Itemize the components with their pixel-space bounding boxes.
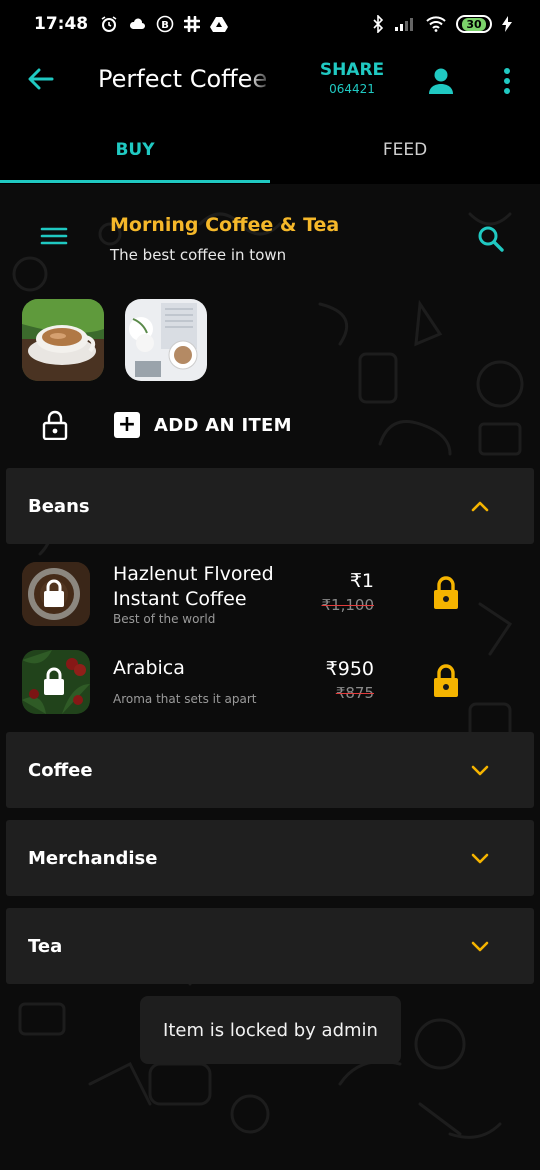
store-photo-thumbnail[interactable] xyxy=(125,299,207,381)
category-label: Beans xyxy=(28,495,90,517)
share-code: 064421 xyxy=(329,82,375,96)
search-icon xyxy=(478,226,504,252)
lock-open-icon xyxy=(42,410,68,441)
chevron-down-icon xyxy=(471,853,489,864)
drive-icon xyxy=(210,17,229,32)
product-name-line1: Arabica xyxy=(113,657,185,679)
category-header-tea[interactable]: Tea xyxy=(6,908,534,984)
store-header: Morning Coffee & Tea The best coffee in … xyxy=(0,204,540,274)
tab-bar: BUY FEED xyxy=(0,118,540,184)
search-button[interactable] xyxy=(476,224,506,254)
store-tagline: The best coffee in town xyxy=(110,246,287,264)
add-item-label: ADD AN ITEM xyxy=(154,414,292,436)
product-item[interactable]: Arabica Aroma that sets it apart ₹950 ₹8… xyxy=(0,650,540,734)
status-time: 17:48 xyxy=(34,14,89,34)
status-bar: 17:48 B 30 xyxy=(0,0,540,48)
person-icon xyxy=(429,68,453,94)
store-content: Morning Coffee & Tea The best coffee in … xyxy=(0,184,540,1170)
share-label: SHARE xyxy=(319,60,385,80)
category-label: Tea xyxy=(28,935,63,957)
coffee-cherries-photo xyxy=(22,650,90,714)
product-item[interactable]: Hazlenut Flvored Instant Coffee Best of … xyxy=(0,562,540,646)
app-bar: Perfect Coffee SHARE 064421 xyxy=(0,48,540,110)
chevron-up-icon xyxy=(471,501,489,512)
store-lock-button[interactable] xyxy=(42,410,68,441)
wifi-icon xyxy=(426,16,446,32)
category-header-beans[interactable]: Beans xyxy=(6,468,534,544)
back-button[interactable] xyxy=(22,60,60,98)
profile-button[interactable] xyxy=(424,64,458,98)
share-button[interactable]: SHARE 064421 xyxy=(312,60,392,96)
add-item-button[interactable]: + ADD AN ITEM xyxy=(114,410,292,440)
lock-icon[interactable] xyxy=(432,576,460,610)
tab-feed[interactable]: FEED xyxy=(270,118,540,182)
tab-active-indicator xyxy=(0,180,270,183)
category-header-merchandise[interactable]: Merchandise xyxy=(6,820,534,896)
store-name: Morning Coffee & Tea xyxy=(110,214,340,236)
battery-level: 30 xyxy=(462,17,486,31)
battery-icon: 30 xyxy=(456,15,492,33)
menu-button[interactable] xyxy=(40,224,68,248)
tab-buy[interactable]: BUY xyxy=(0,118,270,182)
product-image xyxy=(22,562,90,626)
store-photo-thumbnail[interactable] xyxy=(22,299,104,381)
alarm-icon xyxy=(101,16,117,32)
product-description: Best of the world xyxy=(113,612,216,626)
category-label: Merchandise xyxy=(28,847,158,869)
charging-icon xyxy=(502,16,512,32)
chevron-down-icon xyxy=(471,765,489,776)
product-description: Aroma that sets it apart xyxy=(113,692,257,706)
lock-icon[interactable] xyxy=(432,664,460,698)
category-label: Coffee xyxy=(28,759,93,781)
slack-icon xyxy=(184,16,201,32)
svg-text:B: B xyxy=(161,20,169,31)
product-name-line1: Hazlenut Flvored xyxy=(113,563,274,585)
product-price: ₹950 xyxy=(325,658,374,680)
product-image xyxy=(22,650,90,714)
hamburger-menu-icon xyxy=(40,227,68,245)
b-badge-icon: B xyxy=(156,15,174,33)
plus-icon: + xyxy=(114,412,140,438)
product-name-line2: Instant Coffee xyxy=(113,588,247,610)
toast-message: Item is locked by admin xyxy=(140,996,401,1064)
app-title: Perfect Coffee xyxy=(98,65,268,93)
coffee-mug-photo xyxy=(22,562,90,626)
product-price: ₹1 xyxy=(349,570,374,592)
product-original-price: ₹875 xyxy=(335,684,374,702)
status-right-icons: 30 xyxy=(372,15,512,33)
more-options-button[interactable] xyxy=(496,64,518,98)
coffee-cup-photo xyxy=(22,299,104,381)
status-left-icons: B xyxy=(100,15,229,33)
more-vertical-icon xyxy=(504,68,510,94)
product-original-price: ₹1,100 xyxy=(321,596,375,614)
bluetooth-icon xyxy=(373,15,384,33)
chevron-down-icon xyxy=(471,941,489,952)
arrow-back-icon xyxy=(28,68,54,90)
signal-icon xyxy=(395,18,413,31)
cloud-icon xyxy=(130,18,146,29)
category-header-coffee[interactable]: Coffee xyxy=(6,732,534,808)
desk-coffee-photo xyxy=(125,299,207,381)
